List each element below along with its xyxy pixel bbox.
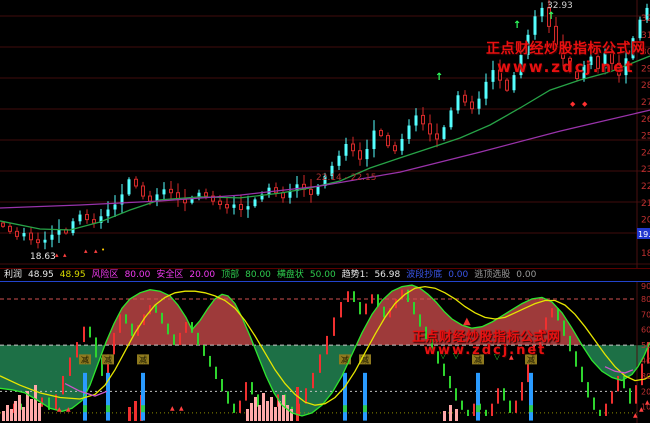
svg-text:减: 减 — [361, 354, 369, 364]
svg-text:减: 减 — [474, 354, 482, 364]
indicator-param: 安全区 — [156, 270, 183, 280]
red-triangle-icon: ▲ — [633, 412, 638, 419]
oscillator-fill — [0, 285, 650, 416]
indicator-panel[interactable]: 减减减减减减减▲▲▲▲▲▲▲▲▽▽▽▲908070605040302010 — [0, 282, 650, 423]
ma-lines — [0, 56, 650, 230]
indicator-param: 56.98 — [374, 270, 400, 280]
sell-diamond-icon: ◆ — [582, 100, 588, 108]
svg-text:70: 70 — [641, 310, 650, 319]
svg-text:23: 23 — [641, 165, 650, 175]
blue-signal-bar — [529, 373, 533, 421]
svg-text:32: 32 — [641, 14, 650, 24]
current-price-tag: 19.00 — [637, 228, 650, 239]
main-price-chart[interactable]: 32 31 30 29 28 27 26 25 24 23 22 21 20 18 19.00 32.93 22… — [0, 0, 650, 268]
sell-diamond-icon: ◆ — [570, 100, 576, 108]
indicator-param: 逃顶选股 — [474, 270, 510, 280]
indicator-param: 48.95 — [60, 270, 86, 280]
indicator-param: 0.00 — [516, 270, 536, 280]
blue-signal-bar — [476, 373, 480, 421]
red-dot-icon: ▴ — [94, 247, 98, 255]
green-down-triangle-icon: ▽ — [440, 351, 447, 360]
red-triangle-icon: ▲ — [57, 406, 62, 413]
indicator-param: 48.95 — [28, 270, 54, 280]
stock-chart-app: 32 31 30 29 28 27 26 25 24 23 22 21 20 18 19.00 32.93 22… — [0, 0, 650, 423]
svg-text:减: 减 — [81, 354, 89, 364]
svg-text:30: 30 — [641, 48, 650, 58]
indicator-param: 80.00 — [125, 270, 151, 280]
indicator-param: 波段抄底 — [406, 270, 442, 280]
indicator-y-axis: 90 80 70 60 50 40 30 20 10 — [641, 282, 650, 412]
svg-text:31: 31 — [641, 31, 650, 41]
indicator-param: 20.00 — [189, 270, 215, 280]
svg-text:减: 减 — [527, 354, 535, 364]
svg-text:减: 减 — [104, 354, 112, 364]
red-dot-icon: ▴ — [63, 251, 67, 259]
red-dot-icon: ▴ — [55, 251, 59, 259]
red-dot-icon: ▴ — [84, 247, 88, 255]
red-triangle-icon: ▲ — [66, 406, 71, 413]
svg-text:29: 29 — [641, 64, 650, 74]
svg-text:32.93: 32.93 — [547, 1, 573, 11]
indicator-parameter-bar: 利润 48.95 48.95 风险区 80.00 安全区 20.00 顶部 80.00 横盘状 50… — [0, 268, 650, 281]
indicator-param: 利润 — [4, 270, 22, 280]
buy-arrow-icon: ↑ — [513, 20, 521, 31]
signal-markers: ↑↑↑◆◆◆▴▴▴▴• — [55, 11, 624, 259]
svg-text:21: 21 — [641, 199, 650, 209]
svg-text:20: 20 — [641, 216, 650, 226]
red-triangle-icon: ▲ — [170, 405, 175, 412]
svg-text:28: 28 — [641, 81, 650, 91]
indicator-param: 0.00 — [448, 270, 468, 280]
indicator-param: 趋势1: — [342, 270, 369, 280]
indicator-param: 80.00 — [245, 270, 271, 280]
candlestick-series — [2, 0, 649, 249]
blue-signal-bar — [363, 373, 367, 421]
svg-text:50: 50 — [641, 341, 650, 350]
indicator-param: 横盘状 — [277, 270, 304, 280]
svg-text:18: 18 — [641, 249, 650, 259]
svg-text:22.14 - 22.15: 22.14 - 22.15 — [316, 173, 377, 183]
svg-text:30: 30 — [641, 372, 650, 381]
svg-text:27: 27 — [641, 98, 650, 108]
svg-text:26: 26 — [641, 115, 650, 125]
svg-text:20: 20 — [641, 387, 650, 396]
big-red-triangle-icon: ▲ — [463, 316, 471, 327]
svg-text:90: 90 — [641, 282, 650, 291]
svg-text:10: 10 — [641, 403, 650, 412]
indicator-param: 风险区 — [92, 270, 119, 280]
yellow-dot-icon: • — [101, 246, 105, 254]
ma-line-purple — [0, 110, 650, 208]
main-y-axis: 32 31 30 29 28 27 26 25 24 23 22 21 20 18 — [641, 14, 650, 259]
red-triangle-icon: ▲ — [179, 405, 184, 412]
grid-lines — [0, 0, 650, 268]
green-down-triangle-icon: ▽ — [494, 352, 501, 361]
buy-arrow-icon: ↑ — [547, 11, 555, 22]
blue-signal-bar — [141, 373, 145, 421]
svg-text:24: 24 — [641, 148, 650, 158]
svg-text:19.00: 19.00 — [638, 230, 650, 239]
red-triangle-icon: ▲ — [509, 354, 514, 361]
buy-arrow-icon: ↑ — [435, 72, 443, 83]
indicator-param: 50.00 — [310, 270, 336, 280]
svg-text:22: 22 — [641, 182, 650, 192]
svg-text:80: 80 — [641, 295, 650, 304]
green-down-triangle-icon: ▽ — [453, 351, 460, 360]
indicator-param: 顶部 — [221, 270, 239, 280]
price-annotations: 32.93 22.14 - 22.15 18.63 — [30, 1, 573, 262]
svg-text:60: 60 — [641, 326, 650, 335]
svg-text:减: 减 — [139, 354, 147, 364]
blue-signal-bar — [343, 373, 347, 421]
svg-text:40: 40 — [641, 357, 650, 366]
sell-diamond-icon: ◆ — [618, 66, 624, 74]
svg-text:25: 25 — [641, 132, 650, 142]
svg-text:18.63: 18.63 — [30, 252, 56, 262]
